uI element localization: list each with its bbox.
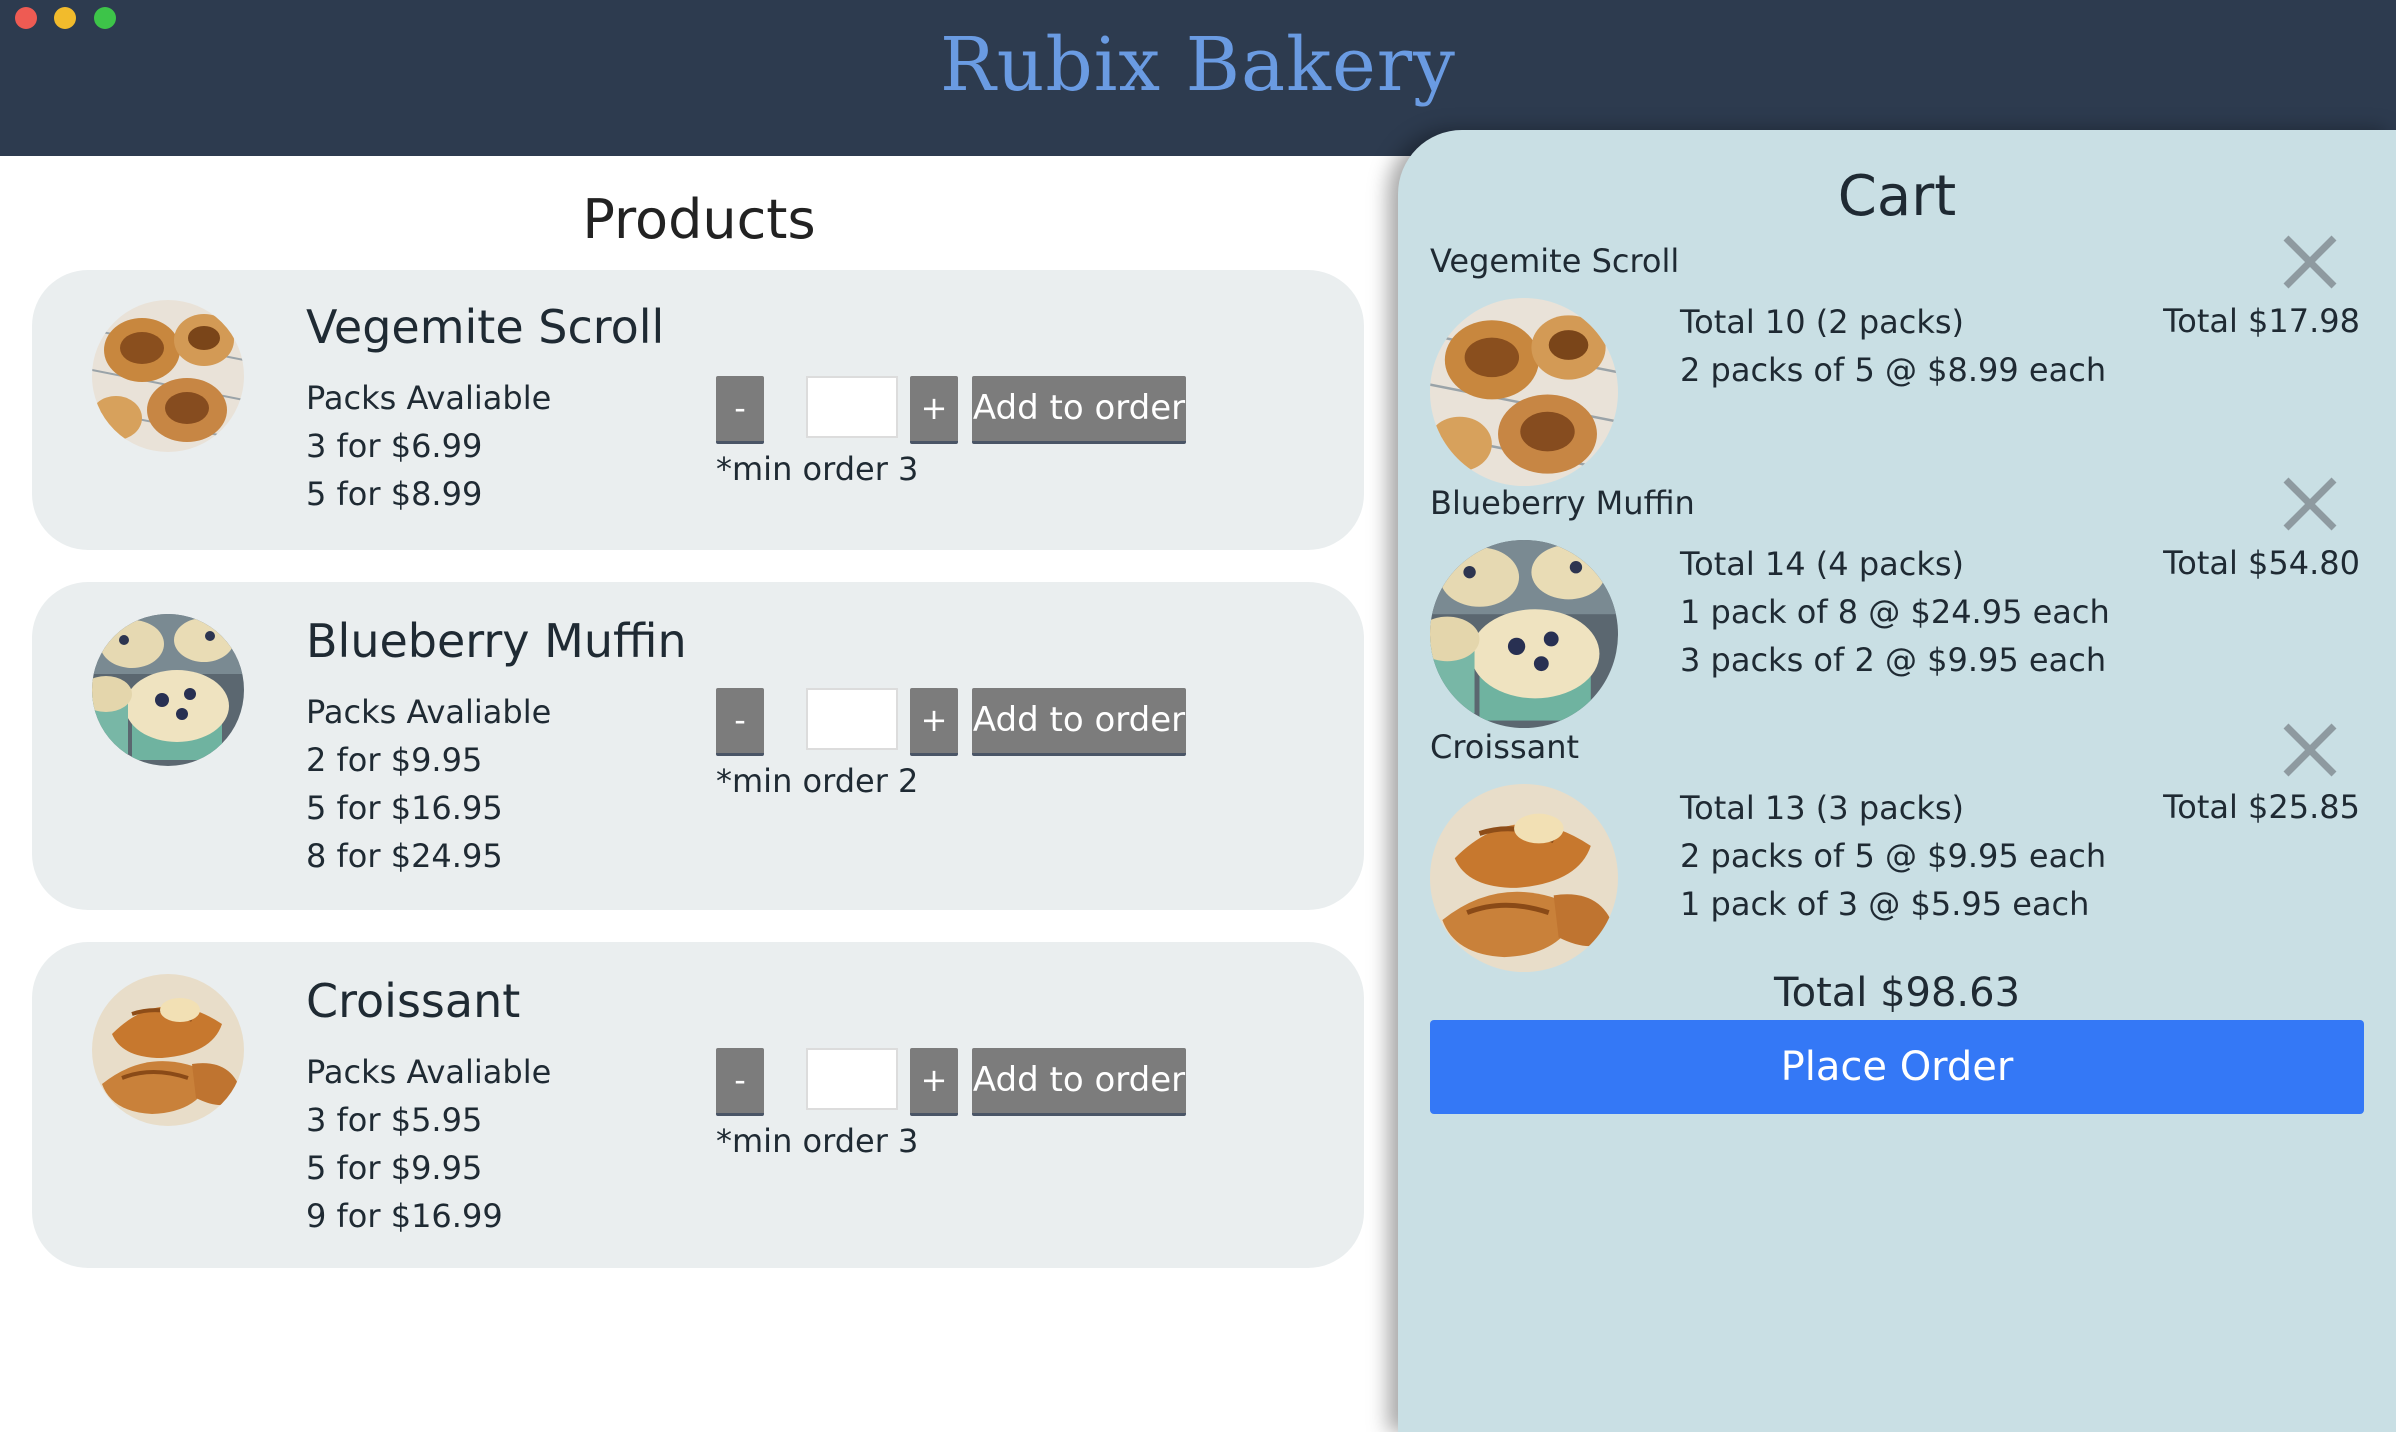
product-card-vegemite-scroll: Vegemite Scroll Packs Avaliable 3 for $6…	[32, 270, 1364, 550]
product-name: Blueberry Muffin	[306, 614, 687, 668]
pack-option: 9 for $16.99	[306, 1197, 503, 1235]
min-order-note: *min order 2	[716, 762, 919, 800]
quantity-input[interactable]	[806, 1048, 898, 1110]
quantity-input[interactable]	[806, 688, 898, 750]
cart-line: 3 packs of 2 @ $9.95 each	[1680, 641, 2107, 679]
packs-list: Packs Avaliable 3 for $5.95 5 for $9.95 …	[306, 1048, 551, 1240]
add-to-order-button[interactable]: Add to order	[972, 1048, 1186, 1116]
pack-option: 3 for $6.99	[306, 427, 483, 465]
min-order-note: *min order 3	[716, 450, 919, 488]
cart-item-details: Total 14 (4 packs) 1 pack of 8 @ $24.95 …	[1680, 540, 2110, 684]
cart-panel: Cart Vegemite Scroll Total 10 (2 packs) …	[1398, 130, 2396, 1432]
quantity-input[interactable]	[806, 376, 898, 438]
decrement-button[interactable]: -	[716, 688, 764, 756]
vegemite-scroll-image	[1430, 298, 1618, 486]
cart-line: 2 packs of 5 @ $9.95 each	[1680, 837, 2107, 875]
cart-item-total: Total $17.98	[2163, 302, 2360, 340]
product-card-blueberry-muffin: Blueberry Muffin Packs Avaliable 2 for $…	[32, 582, 1364, 910]
min-order-note: *min order 3	[716, 1122, 919, 1160]
app-title: Rubix Bakery	[940, 22, 1456, 108]
products-heading: Products	[582, 188, 816, 251]
cart-line: 2 packs of 5 @ $8.99 each	[1680, 351, 2107, 389]
place-order-button[interactable]: Place Order	[1430, 1020, 2364, 1114]
product-name: Vegemite Scroll	[306, 300, 665, 354]
packs-list: Packs Avaliable 2 for $9.95 5 for $16.95…	[306, 688, 551, 880]
pack-option: 5 for $16.95	[306, 789, 503, 827]
cart-line: Total 10 (2 packs)	[1680, 303, 1965, 341]
cart-line: Total 13 (3 packs)	[1680, 789, 1965, 827]
cart-line: 1 pack of 8 @ $24.95 each	[1680, 593, 2110, 631]
increment-button[interactable]: +	[910, 688, 958, 756]
close-icon[interactable]	[2280, 232, 2340, 292]
close-icon[interactable]	[2280, 474, 2340, 534]
increment-button[interactable]: +	[910, 1048, 958, 1116]
pack-option: 5 for $9.95	[306, 1149, 483, 1187]
cart-item-details: Total 10 (2 packs) 2 packs of 5 @ $8.99 …	[1680, 298, 2106, 394]
vegemite-scroll-image	[92, 300, 244, 452]
pack-option: 2 for $9.95	[306, 741, 483, 779]
add-to-order-button[interactable]: Add to order	[972, 688, 1186, 756]
cart-line: 1 pack of 3 @ $5.95 each	[1680, 885, 2090, 923]
decrement-button[interactable]: -	[716, 1048, 764, 1116]
packs-label: Packs Avaliable	[306, 693, 552, 731]
blueberry-muffin-image	[92, 614, 244, 766]
pack-option: 8 for $24.95	[306, 837, 503, 875]
add-to-order-button[interactable]: Add to order	[972, 376, 1186, 444]
cart-item-details: Total 13 (3 packs) 2 packs of 5 @ $9.95 …	[1680, 784, 2106, 928]
decrement-button[interactable]: -	[716, 376, 764, 444]
packs-label: Packs Avaliable	[306, 1053, 552, 1091]
packs-list: Packs Avaliable 3 for $6.99 5 for $8.99	[306, 374, 551, 518]
cart-line: Total 14 (4 packs)	[1680, 545, 1965, 583]
cart-item-name: Blueberry Muffin	[1430, 484, 1695, 522]
cart-item-name: Vegemite Scroll	[1430, 242, 1680, 280]
cart-grand-total: Total $98.63	[1773, 970, 2021, 1016]
pack-option: 5 for $8.99	[306, 475, 483, 513]
product-card-croissant: Croissant Packs Avaliable 3 for $5.95 5 …	[32, 942, 1364, 1268]
product-name: Croissant	[306, 974, 521, 1028]
increment-button[interactable]: +	[910, 376, 958, 444]
packs-label: Packs Avaliable	[306, 379, 552, 417]
pack-option: 3 for $5.95	[306, 1101, 483, 1139]
croissant-image	[1430, 784, 1618, 972]
cart-item-total: Total $25.85	[2163, 788, 2360, 826]
cart-item-name: Croissant	[1430, 728, 1580, 766]
blueberry-muffin-image	[1430, 540, 1618, 728]
cart-item-total: Total $54.80	[2163, 544, 2360, 582]
croissant-image	[92, 974, 244, 1126]
close-icon[interactable]	[2280, 720, 2340, 780]
cart-heading: Cart	[1837, 164, 1957, 229]
